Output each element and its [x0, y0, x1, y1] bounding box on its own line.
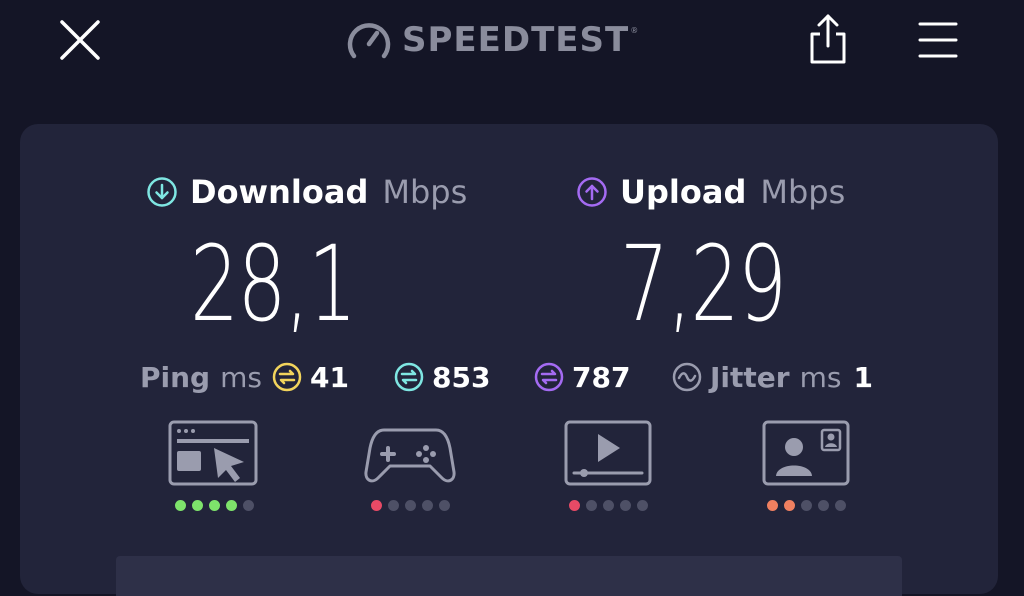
rating-gaming[interactable] [360, 420, 460, 520]
rating-dots [756, 500, 856, 512]
rating-dot [242, 500, 254, 511]
download-speed-value: 28,1 [190, 223, 357, 345]
rating-dot [766, 500, 778, 511]
upload-speed-value: 7,29 [620, 223, 787, 345]
rating-dots [558, 500, 658, 512]
brand-name: SPEEDTEST [402, 20, 630, 60]
rating-web-browsing[interactable] [164, 420, 264, 520]
rating-dot [387, 500, 399, 511]
rating-dot [783, 500, 795, 511]
speedtest-logo: SPEEDTEST ® [346, 18, 638, 62]
upload-title: Upload [620, 173, 747, 211]
share-button[interactable] [806, 12, 850, 66]
rating-dot [568, 500, 580, 511]
brand-trademark: ® [630, 26, 639, 35]
rating-dot [619, 500, 631, 511]
rating-dot [225, 500, 237, 511]
hamburger-menu-icon [918, 22, 958, 58]
upload-unit: Mbps [760, 173, 846, 211]
latency-row: Ping ms 41 853 787 Jitter ms 1 [140, 357, 900, 397]
close-icon [60, 20, 100, 60]
ping-idle-icon [272, 362, 302, 392]
rating-dot [834, 500, 846, 511]
ping-upload-icon [534, 362, 564, 392]
close-button[interactable] [56, 16, 104, 64]
jitter[interactable]: Jitter ms 1 [672, 357, 873, 397]
video-call-icon [762, 420, 850, 486]
download-header: Download Mbps [146, 172, 467, 212]
ping-download-icon [394, 362, 424, 392]
ping-idle-value: 41 [309, 360, 349, 394]
download-unit: Mbps [382, 173, 468, 211]
download-arrow-icon [147, 177, 177, 207]
rating-dot [191, 500, 203, 511]
rating-dot [174, 500, 186, 511]
web-browsing-icon [168, 420, 258, 486]
jitter-value: 1 [853, 360, 873, 394]
rating-dot [438, 500, 450, 511]
results-card: Download Mbps 28,1 Upload Mbps 7,29 Ping… [20, 124, 998, 596]
rating-dot [421, 500, 433, 511]
jitter-label: Jitter [710, 360, 790, 394]
ping-upload[interactable]: 787 [534, 357, 630, 397]
rating-dot [800, 500, 812, 511]
ping-upload-value: 787 [572, 360, 631, 394]
ping-download[interactable]: 853 [394, 357, 490, 397]
jitter-unit: ms [799, 360, 842, 394]
share-icon [810, 14, 846, 64]
rating-dot [208, 500, 220, 511]
top-bar: SPEEDTEST ® [0, 0, 1024, 90]
ping-unit: ms [220, 360, 262, 394]
video-play-icon [564, 420, 652, 486]
jitter-wave-icon [672, 362, 702, 392]
rating-dot [817, 500, 829, 511]
ping-idle[interactable]: Ping ms 41 [140, 357, 349, 397]
experience-ratings [20, 420, 998, 520]
bottom-panel [116, 556, 902, 596]
rating-dot [636, 500, 648, 511]
rating-dot [370, 500, 382, 511]
upload-header: Upload Mbps [576, 172, 845, 212]
ping-label: Ping [140, 360, 211, 394]
rating-dots [360, 500, 460, 512]
menu-button[interactable] [914, 18, 962, 62]
upload-arrow-icon [577, 177, 607, 207]
rating-dots [164, 500, 264, 512]
rating-dot [585, 500, 597, 511]
rating-dot [404, 500, 416, 511]
ping-download-value: 853 [432, 360, 491, 394]
speedometer-icon [347, 23, 391, 59]
rating-dot [602, 500, 614, 511]
rating-video-call[interactable] [756, 420, 856, 520]
gamepad-icon [364, 428, 456, 483]
download-title: Download [190, 173, 369, 211]
rating-video-streaming[interactable] [558, 420, 658, 520]
